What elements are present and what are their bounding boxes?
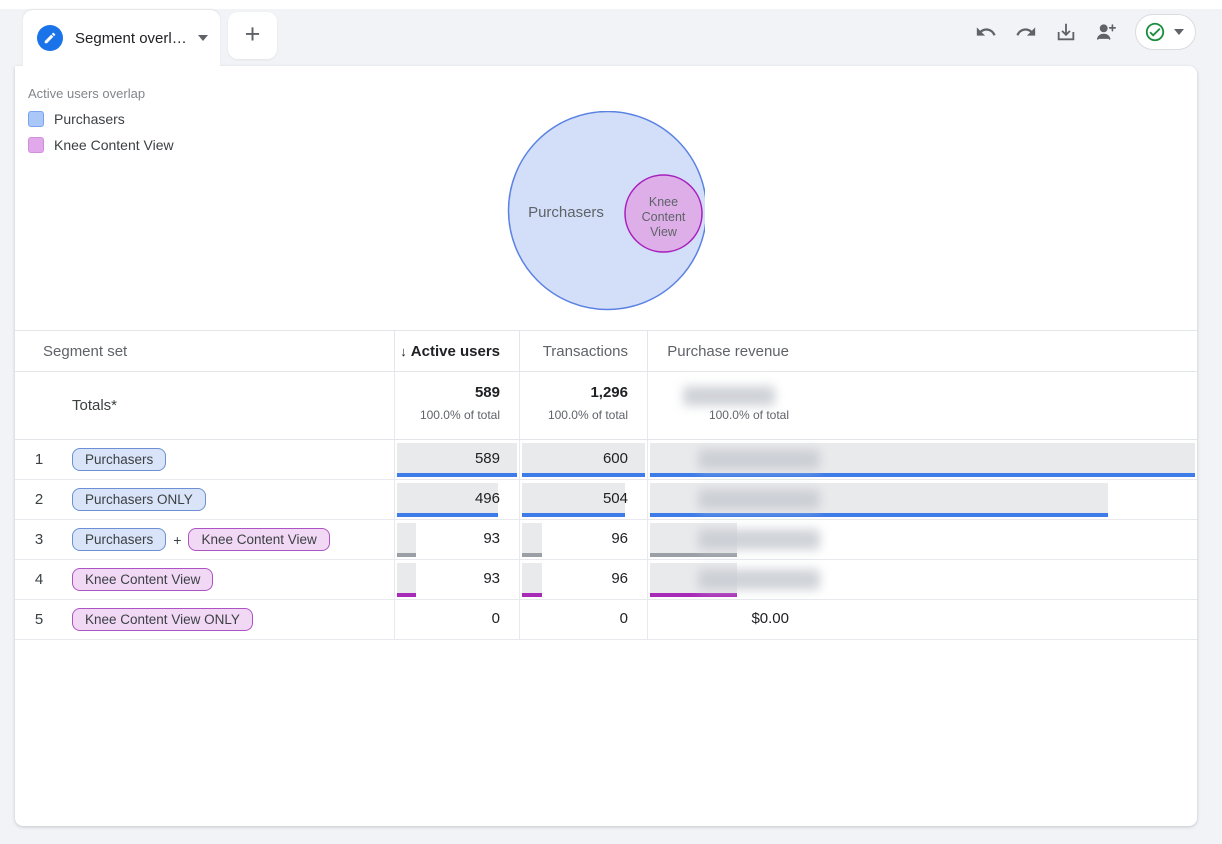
legend-swatch-blue: [28, 111, 44, 127]
data-bar-underline: [650, 513, 1108, 517]
table-row: 2 Purchasers ONLY 496 504: [15, 480, 1197, 520]
cell-active-users: 496: [394, 480, 519, 519]
segment-chip-purchasers: Purchasers: [72, 528, 166, 551]
table-row: 5 Knee Content View ONLY 0 0 $0.00: [15, 600, 1197, 640]
cell-active-users: 93: [394, 520, 519, 559]
data-bar-underline: [397, 593, 416, 597]
data-bar-underline: [650, 473, 1195, 477]
undo-icon[interactable]: [975, 21, 997, 43]
saved-status-button[interactable]: [1135, 14, 1196, 50]
cell-purchase-revenue: $0.00: [647, 600, 1197, 639]
venn-label-small-line3: View: [650, 225, 678, 239]
cell-purchase-revenue: [647, 480, 1197, 519]
cell-active-users: 93: [394, 560, 519, 599]
cell-transactions: 0: [519, 600, 647, 639]
data-bar-underline: [522, 553, 542, 557]
redacted-revenue-value: [698, 529, 820, 550]
tab-dropdown-caret-icon[interactable]: [198, 35, 208, 41]
table-header-row: Segment set ↓ Active users Transactions …: [15, 330, 1197, 372]
row-index: 5: [29, 611, 49, 628]
cell-active-users: 589: [394, 440, 519, 479]
row-index: 1: [29, 451, 49, 468]
segment-chip-knee-content-view: Knee Content View: [188, 528, 329, 551]
download-icon[interactable]: [1055, 21, 1077, 43]
cell-transactions: 504: [519, 480, 647, 519]
legend-swatch-pink: [28, 137, 44, 153]
redacted-revenue-value: [698, 449, 820, 470]
redacted-revenue-value: [698, 489, 820, 510]
segment-chip-purchasers-only: Purchasers ONLY: [72, 488, 206, 511]
data-bar-underline: [397, 553, 416, 557]
table-row: 1 Purchasers 589 600: [15, 440, 1197, 480]
legend-item-purchasers: Purchasers: [28, 110, 125, 127]
active-exploration-tab[interactable]: Segment overl…: [23, 10, 220, 66]
data-bar: [397, 563, 416, 593]
row-index: 2: [29, 491, 49, 508]
status-dropdown-caret-icon[interactable]: [1174, 29, 1184, 35]
data-bar-underline: [522, 593, 542, 597]
segment-overlap-panel: Active users overlap Purchasers Knee Con…: [15, 66, 1197, 826]
totals-row: Totals* 589 100.0% of total 1,296 100.0%…: [15, 372, 1197, 440]
segment-chip-purchasers: Purchasers: [72, 448, 166, 471]
segment-overlap-table: Segment set ↓ Active users Transactions …: [15, 330, 1197, 640]
venn-label-small-line2: Content: [642, 210, 686, 224]
cell-purchase-revenue: [647, 520, 1197, 559]
sort-descending-icon: ↓: [400, 344, 407, 359]
totals-transactions: 1,296 100.0% of total: [519, 372, 647, 439]
redacted-revenue-value: [698, 569, 820, 590]
plus-icon: +: [245, 21, 261, 48]
redacted-revenue-value: [683, 386, 775, 406]
venn-diagram: Purchasers Knee Content View: [493, 111, 705, 317]
totals-active-users: 589 100.0% of total: [394, 372, 519, 439]
edit-pencil-icon: [37, 25, 63, 51]
redo-icon[interactable]: [1015, 21, 1037, 43]
totals-purchase-revenue: 100.0% of total: [647, 372, 1197, 439]
browser-top-strip: [0, 0, 1222, 9]
cell-active-users: 0: [394, 600, 519, 639]
cell-transactions: 600: [519, 440, 647, 479]
column-header-active-users[interactable]: ↓ Active users: [394, 331, 519, 371]
cell-purchase-revenue: [647, 440, 1197, 479]
share-add-user-icon[interactable]: [1095, 21, 1117, 43]
column-header-purchase-revenue[interactable]: Purchase revenue: [647, 331, 1197, 371]
legend-item-knee-content-view: Knee Content View: [28, 136, 174, 153]
segment-chip-knee-content-view-only: Knee Content View ONLY: [72, 608, 253, 631]
data-bar-underline: [650, 553, 737, 557]
new-tab-button[interactable]: +: [228, 12, 277, 59]
row-index: 3: [29, 531, 49, 548]
exploration-toolbar: [975, 14, 1196, 50]
tab-title: Segment overl…: [75, 30, 190, 47]
cell-transactions: 96: [519, 520, 647, 559]
chart-title: Active users overlap: [28, 86, 145, 101]
data-bar: [522, 563, 542, 593]
table-row: 4 Knee Content View 93 96: [15, 560, 1197, 600]
column-header-transactions[interactable]: Transactions: [519, 331, 647, 371]
venn-label-small-line1: Knee: [649, 195, 678, 209]
cell-purchase-revenue: [647, 560, 1197, 599]
cell-transactions: 96: [519, 560, 647, 599]
row-index: 4: [29, 571, 49, 588]
data-bar: [522, 523, 542, 553]
data-bar: [397, 523, 416, 553]
data-bar-underline: [650, 593, 737, 597]
check-circle-icon: [1144, 21, 1166, 43]
venn-label-purchasers: Purchasers: [528, 204, 604, 221]
segment-joiner: +: [173, 532, 181, 548]
table-row: 3 Purchasers + Knee Content View 93 96: [15, 520, 1197, 560]
segment-chip-knee-content-view: Knee Content View: [72, 568, 213, 591]
totals-label: Totals*: [15, 372, 394, 439]
column-header-segment-set[interactable]: Segment set: [15, 331, 394, 371]
